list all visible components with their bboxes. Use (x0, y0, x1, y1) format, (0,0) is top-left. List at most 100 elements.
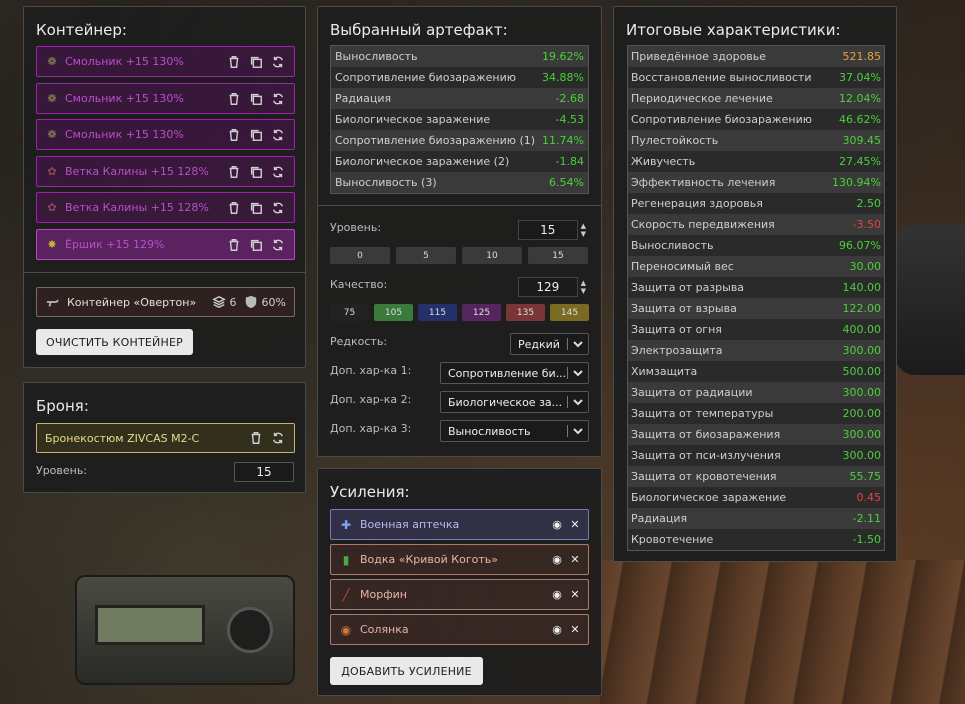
stat-row: Живучесть 27.45% (628, 151, 884, 172)
stat-value: -1.84 (555, 155, 584, 168)
stat-row: Радиация -2.11 (628, 508, 884, 529)
eye-icon[interactable]: ◉ (550, 553, 564, 566)
artifact-level-value[interactable]: 15 (518, 220, 578, 240)
boost-slot[interactable]: ▮ Водка «Кривой Коготь» ◉ ✕ (330, 544, 589, 575)
eye-icon[interactable]: ◉ (550, 518, 564, 531)
boosts-title: Усиления: (330, 483, 410, 501)
level-preset-button[interactable]: 5 (396, 247, 456, 264)
container-protection: 60% (243, 294, 286, 310)
quality-preset-button[interactable]: 135 (506, 304, 545, 321)
artifact-quality-label: Качество: (330, 278, 388, 291)
add-boost-button[interactable]: ДОБАВИТЬ УСИЛЕНИЕ (330, 657, 483, 685)
replace-icon[interactable] (270, 237, 286, 253)
replace-icon[interactable] (270, 430, 286, 446)
stat-value: 19.62% (542, 50, 584, 63)
stat-value: 2.50 (856, 197, 882, 210)
artifact-slot[interactable]: ❁ Смольник +15 130% (36, 119, 295, 150)
armor-panel: Броня: Бронекостюм ZIVCAS M2-C Уровень: … (23, 382, 306, 493)
quality-preset-button[interactable]: 145 (550, 304, 589, 321)
stat-value: 200.00 (842, 407, 882, 420)
extra1-label: Доп. хар-ка 1: (330, 364, 412, 377)
artifact-slot[interactable]: ✿ Ветка Калины +15 128% (36, 192, 295, 223)
stat-row: Защита от огня 400.00 (628, 319, 884, 340)
copy-icon[interactable] (248, 54, 264, 70)
copy-icon[interactable] (248, 164, 264, 180)
container-capacity-value: 6 (229, 295, 237, 309)
stat-name: Электрозащита (631, 344, 723, 357)
extra3-select[interactable]: Выносливость (440, 420, 589, 442)
stat-value: 300.00 (842, 428, 882, 441)
stat-value: 300.00 (842, 344, 882, 357)
artifact-slot[interactable]: ❁ Смольник +15 130% (36, 46, 295, 77)
stat-name: Химзащита (631, 365, 698, 378)
artifact-label: Ветка Калины +15 128% (65, 165, 209, 178)
stepper-arrows-icon[interactable]: ▲ ▼ (581, 222, 586, 238)
close-icon[interactable]: ✕ (568, 553, 582, 566)
artifact-slot[interactable]: ✿ Ветка Калины +15 128% (36, 156, 295, 187)
stat-value: 300.00 (842, 386, 882, 399)
artifact-level-label: Уровень: (330, 221, 382, 234)
stat-name: Регенерация здоровья (631, 197, 763, 210)
artifact-slot[interactable]: ❁ Смольник +15 130% (36, 83, 295, 114)
quality-preset-button[interactable]: 115 (418, 304, 457, 321)
boost-slot[interactable]: ◉ Солянка ◉ ✕ (330, 614, 589, 645)
armor-level-input[interactable]: 15 (234, 462, 294, 482)
stat-value: 34.88% (542, 71, 584, 84)
level-preset-button[interactable]: 10 (462, 247, 522, 264)
smolnik-icon: ❁ (47, 92, 57, 105)
boost-slot[interactable]: ╱ Морфин ◉ ✕ (330, 579, 589, 610)
extra2-select[interactable]: Биологическое за... (440, 391, 589, 413)
eye-icon[interactable]: ◉ (550, 623, 564, 636)
armor-title: Броня: (36, 397, 89, 415)
replace-icon[interactable] (270, 127, 286, 143)
stepper-arrows-icon[interactable]: ▲ ▼ (581, 279, 586, 295)
boost-slot[interactable]: ✚ Военная аптечка ◉ ✕ (330, 509, 589, 540)
artifact-label: Ёршик +15 129% (65, 238, 165, 251)
trash-icon[interactable] (226, 200, 242, 216)
trash-icon[interactable] (226, 54, 242, 70)
level-preset-button[interactable]: 15 (528, 247, 588, 264)
stat-row: Переносимый вес 30.00 (628, 256, 884, 277)
container-slot[interactable]: Контейнер «Овертон» 6 60% (36, 287, 295, 317)
rarity-select[interactable]: Редкий (510, 333, 589, 355)
level-preset-button[interactable]: 0 (330, 247, 390, 264)
quality-preset-button[interactable]: 125 (462, 304, 501, 321)
trash-icon[interactable] (226, 91, 242, 107)
close-icon[interactable]: ✕ (568, 623, 582, 636)
armor-slot[interactable]: Бронекостюм ZIVCAS M2-C (36, 423, 295, 453)
replace-icon[interactable] (270, 91, 286, 107)
copy-icon[interactable] (248, 91, 264, 107)
trash-icon[interactable] (226, 127, 242, 143)
trash-icon[interactable] (248, 430, 264, 446)
rarity-value: Редкий (518, 337, 560, 351)
copy-icon[interactable] (248, 200, 264, 216)
trash-icon[interactable] (226, 237, 242, 253)
vodka-bottle-icon: ▮ (342, 552, 350, 567)
close-icon[interactable]: ✕ (568, 588, 582, 601)
eye-icon[interactable]: ◉ (550, 588, 564, 601)
totals-panel: Итоговые характеристики: Приведённое здо… (613, 6, 897, 562)
close-icon[interactable]: ✕ (568, 518, 582, 531)
copy-icon[interactable] (248, 237, 264, 253)
stat-row: Защита от взрыва 122.00 (628, 298, 884, 319)
trash-icon[interactable] (226, 164, 242, 180)
replace-icon[interactable] (270, 164, 286, 180)
clear-container-button[interactable]: ОЧИСТИТЬ КОНТЕЙНЕР (36, 329, 193, 355)
artifact-slot[interactable]: ✸ Ёршик +15 129% (36, 229, 295, 260)
stat-name: Переносимый вес (631, 260, 734, 273)
quality-preset-button[interactable]: 75 (330, 304, 369, 321)
artifact-level-stepper[interactable]: 15 ▲ ▼ (518, 220, 586, 240)
replace-icon[interactable] (270, 54, 286, 70)
extra1-select[interactable]: Сопротивление би... (440, 362, 589, 384)
kalina-branch-icon: ✿ (47, 201, 57, 214)
totals-title: Итоговые характеристики: (626, 21, 841, 39)
layers-icon (211, 294, 227, 310)
boost-label: Водка «Кривой Коготь» (360, 553, 498, 566)
stat-name: Приведённое здоровье (631, 50, 767, 63)
replace-icon[interactable] (270, 200, 286, 216)
quality-preset-button[interactable]: 105 (374, 304, 413, 321)
artifact-quality-stepper[interactable]: 129 ▲ ▼ (518, 277, 586, 297)
copy-icon[interactable] (248, 127, 264, 143)
container-capacity: 6 (211, 294, 237, 310)
artifact-quality-value[interactable]: 129 (518, 277, 578, 297)
